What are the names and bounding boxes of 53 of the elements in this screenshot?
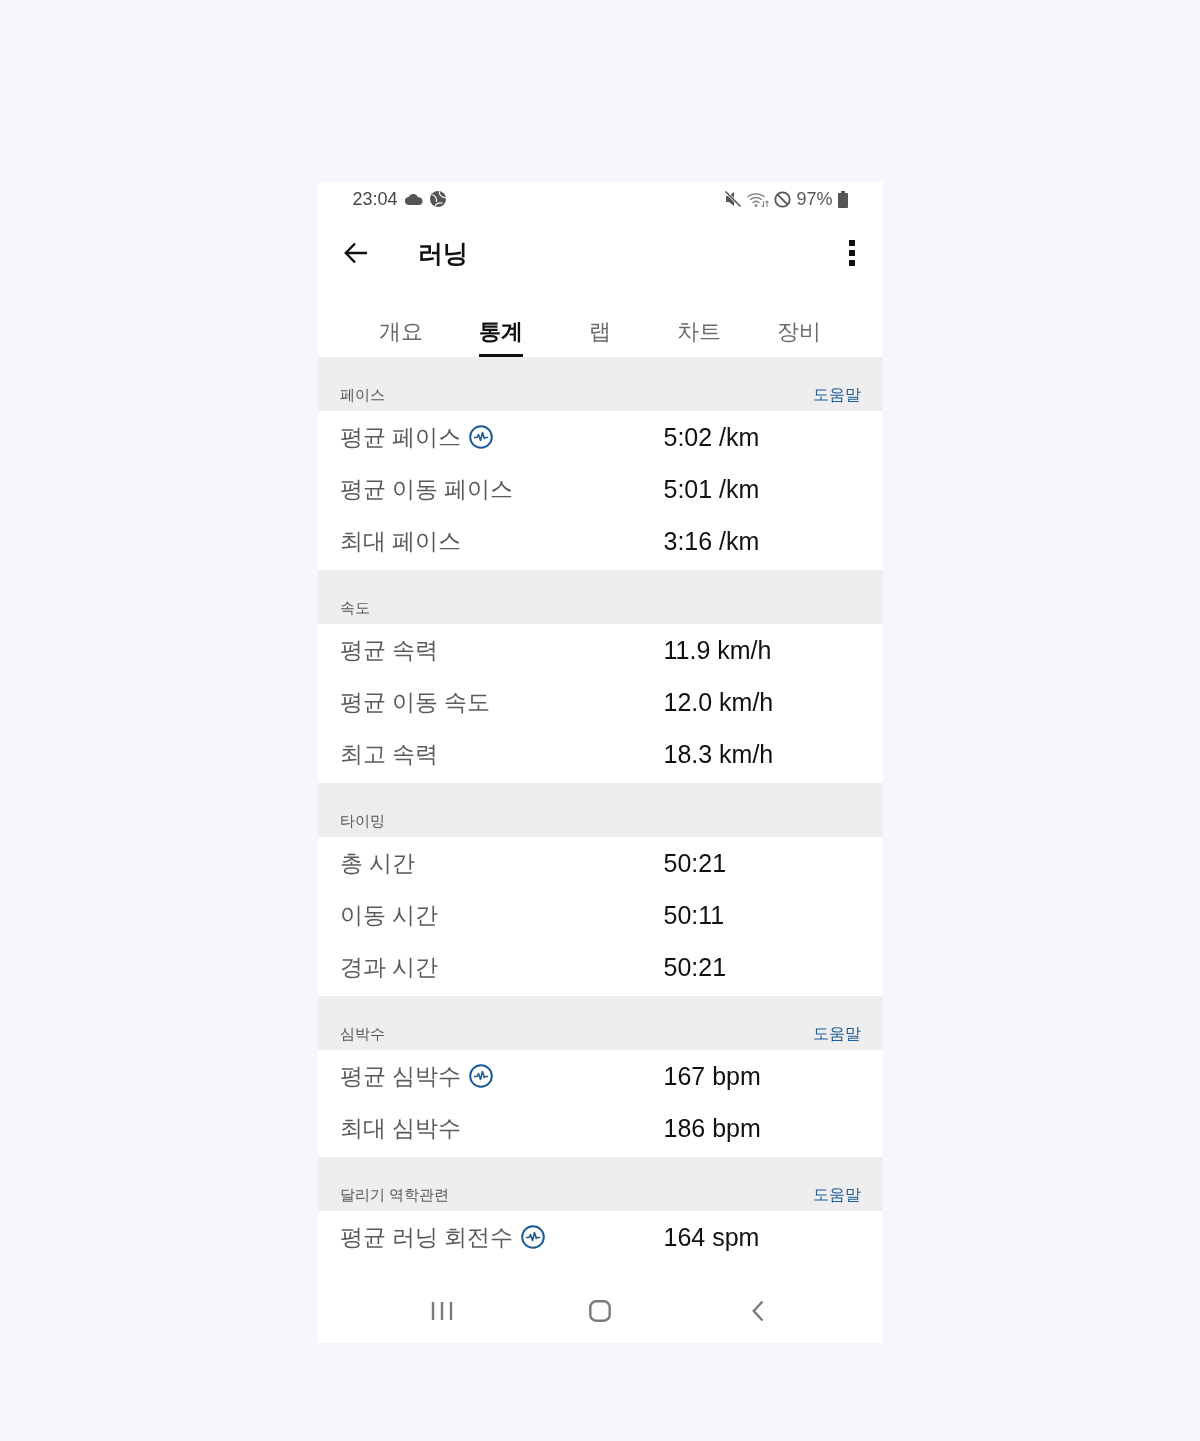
section-heading: 심박수 [339, 1024, 385, 1044]
tab[interactable]: 차트 [677, 290, 722, 357]
battery-icon [837, 190, 848, 208]
recent-apps-icon [431, 1301, 454, 1321]
stat-label: 평균 이동 페이스 [339, 475, 514, 503]
tab[interactable]: 개요 [379, 290, 424, 357]
stat-value: 186 bpm [663, 1113, 761, 1143]
help-link[interactable]: 도움말 [812, 385, 861, 405]
home-button[interactable] [588, 1299, 612, 1323]
wifi-icon [747, 190, 770, 208]
stat-label: 최대 페이스 [339, 527, 461, 555]
section-heading: 페이스 [339, 385, 385, 405]
stat-value: 50:21 [663, 952, 727, 982]
status-time: 23:04 [352, 188, 398, 210]
stat-label: 평균 속력 [339, 636, 438, 664]
stat-label: 총 시간 [339, 849, 415, 877]
stat-value: 167 bpm [663, 1061, 761, 1091]
stat-value: 11.9 km/h [663, 635, 772, 665]
stat-value: 3:16 /km [663, 526, 760, 556]
section-heading: 타이밍 [339, 811, 385, 831]
section-heading: 달리기 역학관련 [339, 1185, 449, 1205]
stat-label: 최대 심박수 [339, 1114, 461, 1142]
stat-value: 5:01 /km [663, 474, 760, 504]
tab[interactable]: 장비 [776, 290, 821, 357]
stat-label: 경과 시간 [339, 953, 438, 981]
home-icon [589, 1300, 611, 1322]
ball-icon [429, 191, 446, 207]
do-not-disturb-icon [774, 190, 792, 208]
stat-label: 평균 심박수 [339, 1062, 461, 1090]
more-options-icon [848, 240, 855, 266]
screen-title: 러닝 [417, 238, 468, 268]
stat-value: 18.3 km/h [663, 739, 774, 769]
stat-value: 5:02 /km [663, 422, 760, 452]
mute-icon [724, 190, 743, 208]
tab[interactable]: 랩 [589, 290, 611, 357]
recent-apps-button[interactable] [430, 1300, 455, 1322]
help-link[interactable]: 도움말 [812, 1024, 861, 1044]
cloud-icon [404, 193, 423, 205]
section-heading: 속도 [339, 598, 370, 618]
stat-label: 이동 시간 [339, 901, 438, 929]
chevron-left-icon [751, 1300, 764, 1322]
stat-label: 평균 이동 속도 [339, 688, 491, 716]
stat-label: 최고 속력 [339, 740, 438, 768]
stat-label: 평균 페이스 [339, 423, 461, 451]
stat-value: 164 spm [663, 1222, 760, 1252]
stat-value: 50:21 [663, 848, 727, 878]
more-options-button[interactable] [846, 239, 857, 267]
battery-percent: 97% [796, 188, 833, 210]
stat-value: 50:11 [663, 900, 725, 930]
back-arrow-icon [343, 242, 368, 264]
stat-label: 평균 러닝 회전수 [339, 1223, 514, 1251]
stat-value: 12.0 km/h [663, 687, 774, 717]
help-link[interactable]: 도움말 [812, 1185, 861, 1205]
